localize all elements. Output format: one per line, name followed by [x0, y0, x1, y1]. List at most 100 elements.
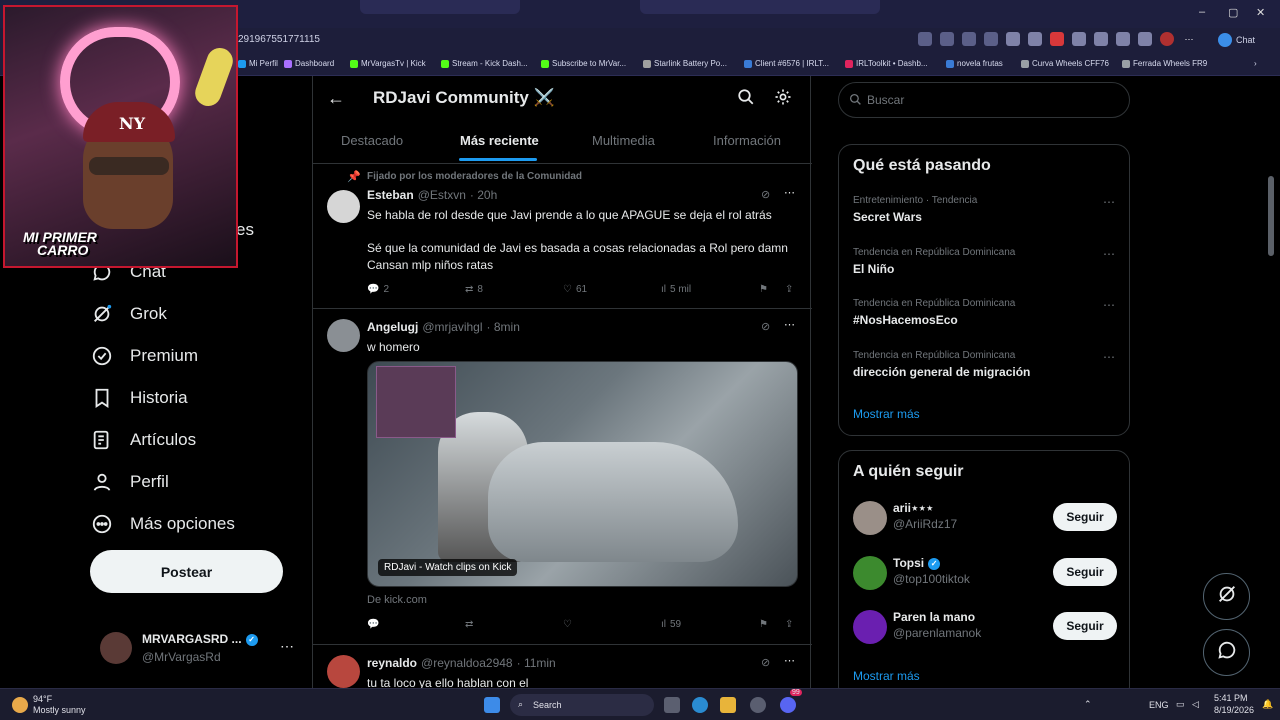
more-icon[interactable]: ⋯: [784, 654, 795, 667]
extension-icon[interactable]: [1050, 32, 1064, 46]
extension-icon[interactable]: [918, 32, 932, 46]
chevron-up-icon[interactable]: ⌃: [1084, 699, 1092, 710]
trend-item[interactable]: Entretenimiento · Tendencia Secret Wars ⋯: [853, 195, 1123, 224]
task-view-icon[interactable]: [664, 697, 680, 713]
more-icon[interactable]: ⋯: [1103, 247, 1115, 261]
bookmark-item[interactable]: Stream - Kick Dash...: [441, 59, 528, 68]
trends-show-more[interactable]: Mostrar más: [853, 407, 920, 421]
reply-icon[interactable]: 💬: [367, 619, 379, 630]
nav-item-grok[interactable]: Grok: [90, 302, 167, 326]
link-source[interactable]: De kick.com: [367, 594, 427, 606]
extension-icon[interactable]: [1094, 32, 1108, 46]
close-icon[interactable]: ✕: [1256, 6, 1265, 19]
nav-item-articulos[interactable]: Artículos: [90, 428, 196, 452]
heart-icon[interactable]: ♡: [563, 619, 572, 630]
chevron-right-icon[interactable]: ›: [1254, 59, 1257, 68]
repost-icon[interactable]: ⇄: [465, 619, 473, 630]
follow-button[interactable]: Seguir: [1053, 612, 1117, 640]
tab-destacado[interactable]: Destacado: [341, 133, 403, 148]
tweet-media-video[interactable]: RDJavi - Watch clips on Kick: [367, 361, 798, 587]
follow-suggestion[interactable]: Topsi ✓ @top100tiktok Seguir: [853, 554, 1123, 594]
trend-item[interactable]: Tendencia en República Dominicana direcci…: [853, 350, 1123, 379]
windows-start-icon[interactable]: [484, 697, 500, 713]
extension-icon[interactable]: [1116, 32, 1130, 46]
tab-mas-reciente[interactable]: Más reciente: [460, 133, 539, 148]
reader-icon[interactable]: [962, 32, 976, 46]
nav-item-premium[interactable]: Premium: [90, 344, 198, 368]
trend-item[interactable]: Tendencia en República Dominicana El Niño…: [853, 247, 1123, 276]
more-menu-icon[interactable]: ⋯: [1182, 32, 1196, 46]
trend-item[interactable]: Tendencia en República Dominicana #NosHac…: [853, 298, 1123, 327]
nav-item-historia[interactable]: Historia: [90, 386, 188, 410]
bookmark-item[interactable]: Curva Wheels CFF76: [1021, 59, 1109, 68]
app-icon[interactable]: [750, 697, 766, 713]
who-to-follow-show-more[interactable]: Mostrar más: [853, 669, 920, 683]
bookmark-item[interactable]: Dashboard: [284, 59, 334, 68]
discord-icon[interactable]: [780, 697, 796, 713]
maximize-icon[interactable]: ▢: [1228, 6, 1238, 19]
tweet-author[interactable]: Angelugj @mrjavihgl · 8min: [367, 320, 520, 334]
share-icon[interactable]: ⇪: [785, 284, 793, 295]
bookmark-item[interactable]: MrVargasTv | Kick: [350, 59, 426, 68]
page-scrollbar[interactable]: [1268, 176, 1274, 256]
views-button[interactable]: ıl 59: [661, 619, 681, 630]
avatar[interactable]: [327, 190, 360, 223]
avatar[interactable]: [853, 556, 887, 590]
grok-icon[interactable]: ⊘: [761, 188, 770, 201]
bookmark-item[interactable]: Subscribe to MrVar...: [541, 59, 626, 68]
follow-suggestion[interactable]: Paren la mano @parenlamanok Seguir: [853, 608, 1123, 648]
bookmark-item[interactable]: Mi Perfil: [238, 59, 278, 68]
back-arrow-icon[interactable]: ←: [327, 88, 345, 109]
more-icon[interactable]: ⋯: [784, 186, 795, 199]
tweet[interactable]: Angelugj @mrjavihgl · 8min ⊘ ⋯ w homero RD…: [313, 309, 812, 645]
bookmark-icon[interactable]: ⚑: [759, 284, 768, 295]
views-button[interactable]: ıl 5 mil: [661, 284, 691, 295]
avatar[interactable]: [853, 501, 887, 535]
share-icon[interactable]: ⇪: [785, 619, 793, 630]
post-button[interactable]: Postear: [90, 550, 283, 593]
tweet[interactable]: reynaldo @reynaldoa2948 · 11min ⊘ ⋯ tu ta …: [313, 645, 812, 688]
gear-icon[interactable]: [774, 88, 792, 111]
follow-suggestion[interactable]: arii⋆⋆⋆ @AriiRdz17 Seguir: [853, 499, 1123, 539]
weather-icon[interactable]: [12, 697, 28, 713]
weather-temp[interactable]: 94°F: [33, 694, 52, 704]
nav-item-mas-opciones[interactable]: Más opciones: [90, 512, 235, 536]
grok-icon[interactable]: ⊘: [761, 320, 770, 333]
avatar[interactable]: [327, 319, 360, 352]
more-icon[interactable]: ⋯: [1103, 298, 1115, 312]
bookmark-item[interactable]: Client #6576 | IRLT...: [744, 59, 829, 68]
search-icon[interactable]: [737, 88, 755, 111]
edge-icon[interactable]: [692, 697, 708, 713]
avatar[interactable]: [327, 655, 360, 688]
tweet-author[interactable]: Esteban @Estxvn · 20h: [367, 188, 497, 202]
follow-button[interactable]: Seguir: [1053, 558, 1117, 586]
nav-item-perfil[interactable]: Perfil: [90, 470, 169, 494]
reply-button[interactable]: 💬 2: [367, 284, 389, 295]
grok-icon[interactable]: ⊘: [761, 656, 770, 669]
extension-icon[interactable]: [1006, 32, 1020, 46]
tweet[interactable]: 📌 Fijado por los moderadores de la Comun…: [313, 164, 812, 309]
favorite-star-icon[interactable]: [984, 32, 998, 46]
browser-tab[interactable]: [360, 0, 520, 14]
file-explorer-icon[interactable]: [720, 697, 736, 713]
avatar[interactable]: [853, 610, 887, 644]
copilot-button[interactable]: Chat: [1218, 33, 1255, 47]
bookmark-item[interactable]: Starlink Battery Po...: [643, 59, 727, 68]
notifications-icon[interactable]: 🔔: [1262, 699, 1273, 710]
extension-icon[interactable]: [1028, 32, 1042, 46]
zoom-icon[interactable]: [940, 32, 954, 46]
grok-fab[interactable]: [1203, 573, 1250, 620]
minimize-icon[interactable]: –: [1199, 6, 1205, 18]
bookmark-item[interactable]: IRLToolkit • Dashb...: [845, 59, 928, 68]
bookmark-item[interactable]: novela frutas: [946, 59, 1003, 68]
network-icon[interactable]: ▭: [1176, 699, 1185, 710]
language-indicator[interactable]: ENG: [1149, 700, 1169, 710]
tab-informacion[interactable]: Información: [713, 133, 781, 148]
like-button[interactable]: ♡ 61: [563, 284, 587, 295]
profile-avatar-icon[interactable]: [1160, 32, 1174, 46]
volume-icon[interactable]: ◁: [1192, 699, 1199, 710]
url-text[interactable]: 291967551771115: [238, 34, 320, 45]
bookmark-item[interactable]: Ferrada Wheels FR9: [1122, 59, 1207, 68]
more-icon[interactable]: ⋯: [1103, 350, 1115, 364]
more-icon[interactable]: ⋯: [280, 638, 294, 655]
